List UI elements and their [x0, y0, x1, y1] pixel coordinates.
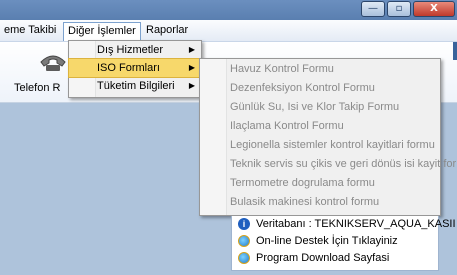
submenu-arrow-icon: ▶ [188, 81, 195, 90]
menu-item-bulasik-makinesi-formu[interactable]: Bulasik makinesi kontrol formu [200, 193, 440, 212]
menu-eme-takibi[interactable]: eme Takibi [0, 22, 60, 38]
online-support-link[interactable]: On-line Destek İçin Tıklayiniz [232, 233, 438, 250]
menu-item-iso-formlari[interactable]: ISO Formları ▶ [68, 58, 202, 78]
submenu-arrow-icon: ▶ [188, 63, 195, 72]
diger-islemler-dropdown: Dış Hizmetler ▶ ISO Formları ▶ Tüketim B… [68, 40, 202, 98]
info-panel: i Veritabanı : TEKNIKSERV_AQUA_KASII On-… [231, 216, 456, 271]
menu-bar: eme Takibi Diğer İşlemler Raporlar [0, 20, 457, 42]
menu-diger-islemler[interactable]: Diğer İşlemler [63, 22, 141, 41]
menu-item-dezenfeksiyon-kontrol-formu[interactable]: Dezenfeksiyon Kontrol Formu [200, 79, 440, 98]
database-info: i Veritabanı : TEKNIKSERV_AQUA_KASII [232, 216, 456, 233]
program-download-link[interactable]: Program Download Sayfasi [232, 250, 438, 267]
database-label: Veritabanı : TEKNIKSERV_AQUA_KASII [256, 218, 456, 230]
menu-item-label: ISO Formları [97, 62, 160, 74]
menu-item-tuketim-bilgileri[interactable]: Tüketim Bilgileri ▶ [69, 77, 201, 95]
menu-item-label: Tüketim Bilgileri [97, 80, 175, 92]
menu-item-havuz-kontrol-formu[interactable]: Havuz Kontrol Formu [200, 60, 440, 79]
ie-icon [238, 235, 250, 247]
minimize-button[interactable]: — [361, 1, 385, 17]
menu-item-label: Dış Hizmetler [97, 44, 164, 56]
title-bar: — ▫ X [0, 0, 457, 20]
close-button[interactable]: X [413, 1, 455, 17]
menu-item-termometre-dogrulama-formu[interactable]: Termometre dogrulama formu [200, 174, 440, 193]
toolbar-tab-edge [453, 42, 457, 60]
menu-raporlar[interactable]: Raporlar [142, 22, 192, 38]
submenu-arrow-icon: ▶ [188, 45, 195, 54]
window-controls: — ▫ X [361, 1, 455, 17]
telephone-icon [40, 55, 66, 71]
iso-formlari-submenu: Havuz Kontrol Formu Dezenfeksiyon Kontro… [199, 58, 457, 216]
menu-item-ilaclama-kontrol-formu[interactable]: Ilaçlama Kontrol Formu [200, 117, 440, 136]
info-icon: i [238, 218, 250, 230]
menu-item-gunluk-su-isi-klor-formu[interactable]: Günlük Su, Isi ve Klor Takip Formu [200, 98, 440, 117]
menu-item-legionella-formu[interactable]: Legionella sistemler kontrol kayitlari f… [200, 136, 440, 155]
menu-item-teknik-servis-su-formu[interactable]: Teknik servis su çikis ve geri dönüs isi… [200, 155, 457, 174]
online-support-label: On-line Destek İçin Tıklayiniz [256, 235, 398, 247]
telefon-rehberi-button[interactable]: Telefon R [14, 82, 60, 94]
program-download-label: Program Download Sayfasi [256, 252, 390, 264]
menu-item-dis-hizmetler[interactable]: Dış Hizmetler ▶ [69, 41, 201, 59]
ie-icon [238, 252, 250, 264]
maximize-button[interactable]: ▫ [387, 1, 411, 17]
